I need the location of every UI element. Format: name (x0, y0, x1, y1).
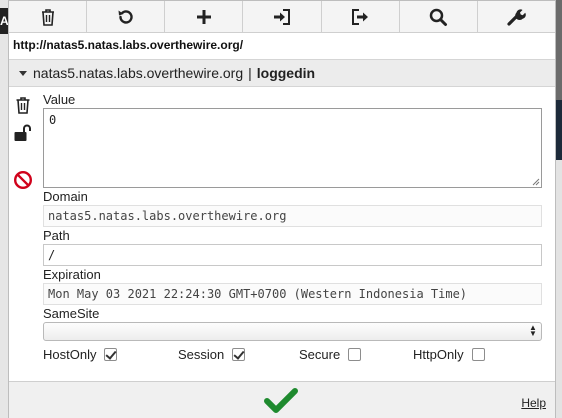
toolbar (9, 1, 555, 33)
export-icon (352, 8, 369, 25)
cookie-editor-popup: http://natas5.natas.labs.overthewire.org… (8, 0, 556, 418)
cookie-name: loggedin (256, 65, 316, 81)
httponly-label: HttpOnly (413, 347, 464, 362)
secure-flag: Secure (299, 347, 362, 362)
value-label: Value (43, 92, 76, 107)
search-icon (430, 8, 448, 26)
session-flag: Session (178, 347, 246, 362)
samesite-label: SameSite (43, 306, 100, 321)
expiration-label: Expiration (43, 267, 101, 282)
cookie-domain-title: natas5.natas.labs.overthewire.org (33, 65, 244, 81)
footer: Help (9, 381, 555, 418)
path-label: Path (43, 228, 70, 243)
background-page-left: A (0, 0, 9, 418)
select-arrows-icon: ▲ ▼ (529, 323, 537, 338)
unlock-icon (14, 124, 31, 141)
trash-icon (16, 97, 30, 114)
import-icon (273, 8, 290, 25)
add-cookie-button[interactable] (165, 1, 244, 32)
refresh-icon (118, 9, 133, 24)
refresh-button[interactable] (87, 1, 166, 32)
protect-cookie-button[interactable] (12, 122, 34, 144)
path-field[interactable]: / (43, 244, 542, 266)
checkmark-icon (264, 388, 298, 413)
wrench-icon (507, 8, 527, 26)
settings-button[interactable] (478, 1, 555, 32)
secure-label: Secure (299, 347, 341, 362)
domain-field[interactable]: natas5.natas.labs.overthewire.org (43, 205, 542, 227)
background-page-text: A (0, 8, 9, 34)
domain-label: Domain (43, 189, 88, 204)
search-button[interactable] (400, 1, 478, 32)
hostonly-flag: HostOnly (43, 347, 118, 362)
httponly-flag: HttpOnly (413, 347, 485, 362)
current-url: http://natas5.natas.labs.overthewire.org… (13, 38, 244, 52)
resize-handle-icon[interactable] (532, 178, 540, 186)
trash-icon (41, 8, 54, 26)
cookie-header-separator: | (248, 65, 252, 81)
secure-checkbox[interactable] (348, 348, 362, 361)
block-icon (13, 170, 33, 190)
expiration-field[interactable]: Mon May 03 2021 22:24:30 GMT+0700 (Weste… (43, 283, 542, 305)
save-button[interactable] (264, 388, 298, 414)
import-button[interactable] (243, 1, 322, 32)
block-cookie-button[interactable] (12, 169, 34, 191)
value-text: 0 (49, 113, 57, 127)
httponly-checkbox[interactable] (471, 348, 485, 361)
value-textarea[interactable]: 0 (43, 108, 542, 188)
cookie-flags: HostOnly Session Secure HttpOnly (43, 347, 543, 365)
delete-cookie-button[interactable] (12, 94, 34, 116)
help-link[interactable]: Help (521, 396, 546, 410)
export-button[interactable] (322, 1, 400, 32)
cookie-header[interactable]: natas5.natas.labs.overthewire.org | logg… (9, 59, 555, 87)
chevron-down-icon (19, 70, 27, 76)
samesite-select[interactable]: ▲ ▼ (43, 322, 542, 341)
add-icon (196, 9, 211, 24)
delete-all-button[interactable] (9, 1, 88, 32)
hostonly-label: HostOnly (43, 347, 97, 362)
session-checkbox[interactable] (232, 348, 246, 361)
session-label: Session (178, 347, 225, 362)
hostonly-checkbox[interactable] (104, 348, 118, 361)
